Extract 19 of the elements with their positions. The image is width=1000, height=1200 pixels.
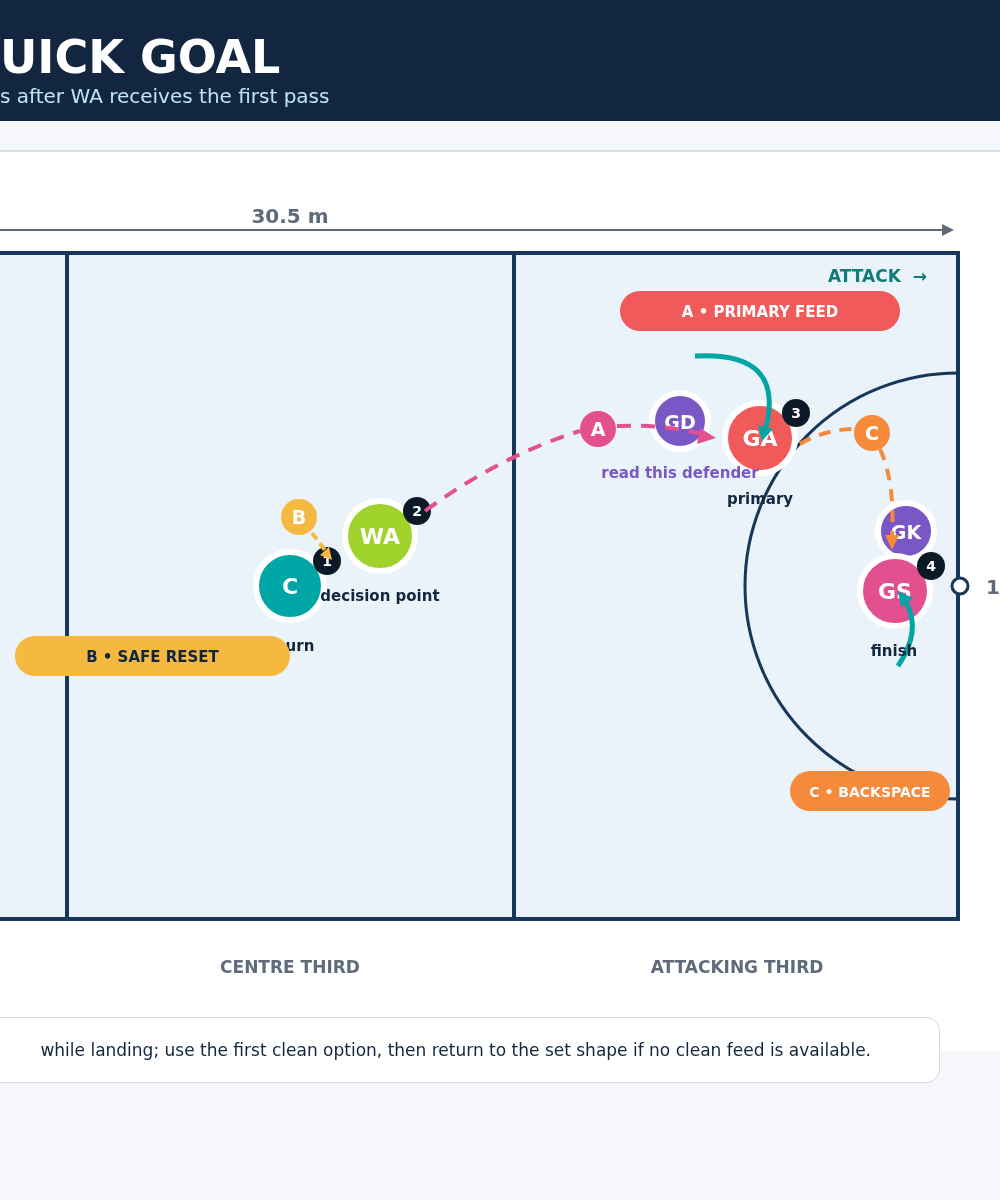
page-title: UICK GOAL [0, 30, 282, 84]
attack-direction-label: ATTACK → [828, 266, 927, 286]
goal-label: 1 [986, 575, 1000, 599]
zone-label: CENTRE THIRD [220, 957, 360, 977]
option-marker: A [580, 411, 616, 447]
step-badge: 4 [917, 552, 945, 580]
option-marker: B [281, 499, 317, 535]
note-text: while landing; use the first clean option, then return to the set shape if no clean feed is available. [40, 1040, 871, 1060]
page-subtitle: s after WA receives the first pass [0, 84, 331, 108]
player-caption: read this defender [601, 464, 759, 482]
length-label: 30.5 m [251, 204, 329, 228]
goal-post-icon [950, 576, 970, 596]
step-badge: 3 [782, 399, 810, 427]
step-badge: 2 [403, 497, 431, 525]
option-label: A • PRIMARY FEED [620, 291, 900, 331]
zone-label: ATTACKING THIRD [650, 957, 824, 977]
option-marker: C [854, 415, 890, 451]
player-caption: decision point [320, 587, 440, 605]
option-label: C • BACKSPACE [790, 771, 950, 811]
